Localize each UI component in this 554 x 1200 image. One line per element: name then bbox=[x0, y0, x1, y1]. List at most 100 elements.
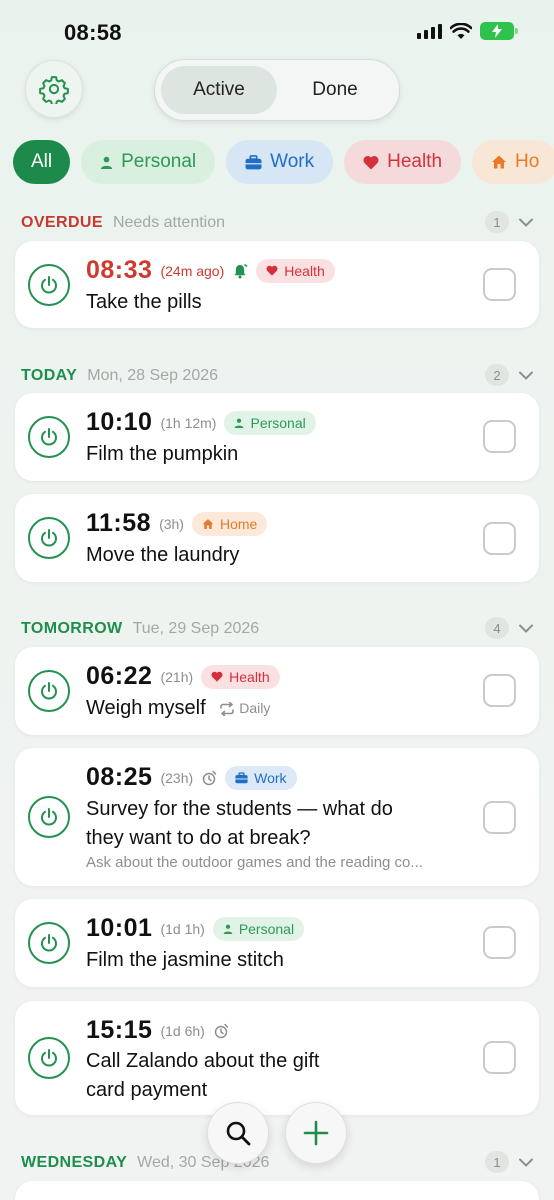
task-relative-time: (1d 6h) bbox=[160, 1022, 205, 1039]
filter-chip-work[interactable]: Work bbox=[226, 140, 334, 184]
power-toggle[interactable] bbox=[28, 416, 70, 458]
task-title-line-1: Survey for the students — what do bbox=[86, 798, 393, 820]
task-checkbox[interactable] bbox=[483, 674, 516, 707]
tag-label: Health bbox=[229, 668, 270, 685]
task-time: 15:15 bbox=[86, 1016, 153, 1044]
alarm-clock-icon bbox=[202, 770, 217, 785]
power-toggle[interactable] bbox=[28, 796, 70, 838]
section-header-wednesday[interactable]: WEDNESDAY Wed, 30 Sep 2026 1 bbox=[21, 1151, 533, 1175]
task-relative-time: (1h 12m) bbox=[160, 414, 217, 431]
home-icon bbox=[202, 518, 214, 529]
chevron-down-icon bbox=[519, 218, 533, 227]
task-card[interactable]: 15:15 (1d 6h) Call Zalando about the gif… bbox=[15, 1001, 539, 1115]
section-title: TOMORROW bbox=[21, 620, 123, 637]
search-icon bbox=[226, 1121, 251, 1146]
add-task-button[interactable] bbox=[285, 1102, 347, 1164]
task-checkbox[interactable] bbox=[483, 522, 516, 555]
task-title: Film the jasmine stitch bbox=[86, 949, 284, 971]
task-time: 10:01 bbox=[86, 914, 153, 942]
alarm-bell-icon bbox=[234, 263, 248, 278]
category-tag: Health bbox=[201, 664, 280, 689]
category-filters: All Personal Work Health Ho bbox=[13, 140, 554, 184]
person-icon bbox=[235, 418, 244, 428]
search-button[interactable] bbox=[207, 1102, 269, 1164]
task-time: 10:10 bbox=[86, 408, 153, 436]
tag-label: Work bbox=[254, 769, 287, 786]
chevron-down-icon bbox=[519, 1158, 533, 1167]
power-toggle[interactable] bbox=[28, 1037, 70, 1079]
task-time: 06:22 bbox=[86, 662, 153, 690]
task-checkbox[interactable] bbox=[483, 420, 516, 453]
task-relative-time: (24m ago) bbox=[160, 262, 225, 279]
briefcase-icon bbox=[245, 154, 262, 169]
task-checkbox[interactable] bbox=[483, 926, 516, 959]
tag-label: Home bbox=[219, 515, 258, 532]
power-icon bbox=[41, 428, 57, 446]
filter-chip-label: Ho bbox=[515, 151, 540, 172]
segment-active[interactable]: Active bbox=[161, 66, 277, 114]
power-toggle[interactable] bbox=[28, 264, 70, 306]
power-icon bbox=[41, 276, 57, 294]
settings-button[interactable] bbox=[25, 60, 83, 118]
filter-chip-label: Health bbox=[387, 151, 443, 172]
wifi-icon bbox=[450, 22, 472, 39]
filter-chip-home[interactable]: Ho bbox=[472, 140, 554, 184]
task-checkbox[interactable] bbox=[483, 1041, 516, 1074]
task-time: 08:33 bbox=[86, 256, 153, 284]
filter-chip-health[interactable]: Health bbox=[344, 140, 462, 184]
filter-chip-label: All bbox=[31, 151, 53, 172]
task-card[interactable]: 10:01 (1d 1h) Personal Film the jasmine … bbox=[15, 899, 539, 987]
task-card[interactable]: 11:58 (3h) Home Move the laundry bbox=[15, 494, 539, 582]
status-bar: 08:58 bbox=[0, 0, 554, 62]
filter-chip-label: Work bbox=[270, 151, 315, 172]
task-checkbox[interactable] bbox=[483, 268, 516, 301]
section-title: TODAY bbox=[21, 367, 78, 384]
person-icon bbox=[100, 156, 113, 169]
power-icon bbox=[41, 529, 57, 547]
power-toggle[interactable] bbox=[28, 922, 70, 964]
filter-chip-all[interactable]: All bbox=[13, 140, 71, 184]
task-card[interactable]: 08:25 (23h) Work Survey for the students… bbox=[15, 748, 539, 886]
heart-icon bbox=[211, 671, 223, 682]
cellular-signal-icon bbox=[417, 23, 442, 39]
filter-chip-personal[interactable]: Personal bbox=[81, 140, 216, 184]
section-header-overdue[interactable]: OVERDUE Needs attention 1 bbox=[21, 211, 533, 235]
task-card[interactable]: 06:22 (21h) Health Weigh myself Daily bbox=[15, 647, 539, 735]
category-tag: Personal bbox=[212, 916, 305, 941]
task-title: Take the pills bbox=[86, 291, 202, 313]
power-toggle[interactable] bbox=[28, 670, 70, 712]
task-checkbox[interactable] bbox=[483, 801, 516, 834]
filter-chip-label: Personal bbox=[121, 151, 197, 172]
task-card[interactable]: 10:10 (1h 12m) Personal Film the pumpkin bbox=[15, 393, 539, 481]
task-title-line-2: they want to do at break? bbox=[86, 827, 311, 849]
task-title-line-1: Call Zalando about the gift bbox=[86, 1050, 320, 1072]
task-relative-time: (3h) bbox=[159, 515, 184, 532]
task-card[interactable]: 08:33 (24m ago) Health Take the pills bbox=[15, 241, 539, 328]
heart-icon bbox=[363, 155, 379, 169]
power-icon bbox=[41, 1049, 57, 1067]
section-subtitle: Tue, 29 Sep 2026 bbox=[132, 620, 260, 637]
status-icons bbox=[417, 22, 518, 40]
gear-icon bbox=[39, 76, 69, 104]
task-title-line-2: card payment bbox=[86, 1079, 208, 1101]
task-card[interactable] bbox=[15, 1181, 539, 1200]
section-subtitle: Mon, 28 Sep 2026 bbox=[87, 367, 219, 384]
task-title: Film the pumpkin bbox=[86, 443, 239, 465]
count-badge: 2 bbox=[485, 364, 509, 386]
section-header-today[interactable]: TODAY Mon, 28 Sep 2026 2 bbox=[21, 364, 533, 388]
count-badge: 1 bbox=[485, 1151, 509, 1173]
power-icon bbox=[41, 934, 57, 952]
chevron-down-icon bbox=[519, 624, 533, 633]
section-title: OVERDUE bbox=[21, 214, 103, 231]
home-icon bbox=[492, 155, 507, 169]
section-header-tomorrow[interactable]: TOMORROW Tue, 29 Sep 2026 4 bbox=[21, 617, 533, 641]
tag-label: Personal bbox=[250, 414, 306, 431]
task-relative-time: (1d 1h) bbox=[160, 920, 205, 937]
segment-done[interactable]: Done bbox=[277, 66, 393, 114]
repeat-label: Daily bbox=[239, 700, 271, 717]
briefcase-icon bbox=[235, 771, 248, 783]
count-badge: 1 bbox=[485, 211, 509, 233]
chevron-down-icon bbox=[519, 371, 533, 380]
battery-charging-icon bbox=[480, 22, 518, 40]
power-toggle[interactable] bbox=[28, 517, 70, 559]
